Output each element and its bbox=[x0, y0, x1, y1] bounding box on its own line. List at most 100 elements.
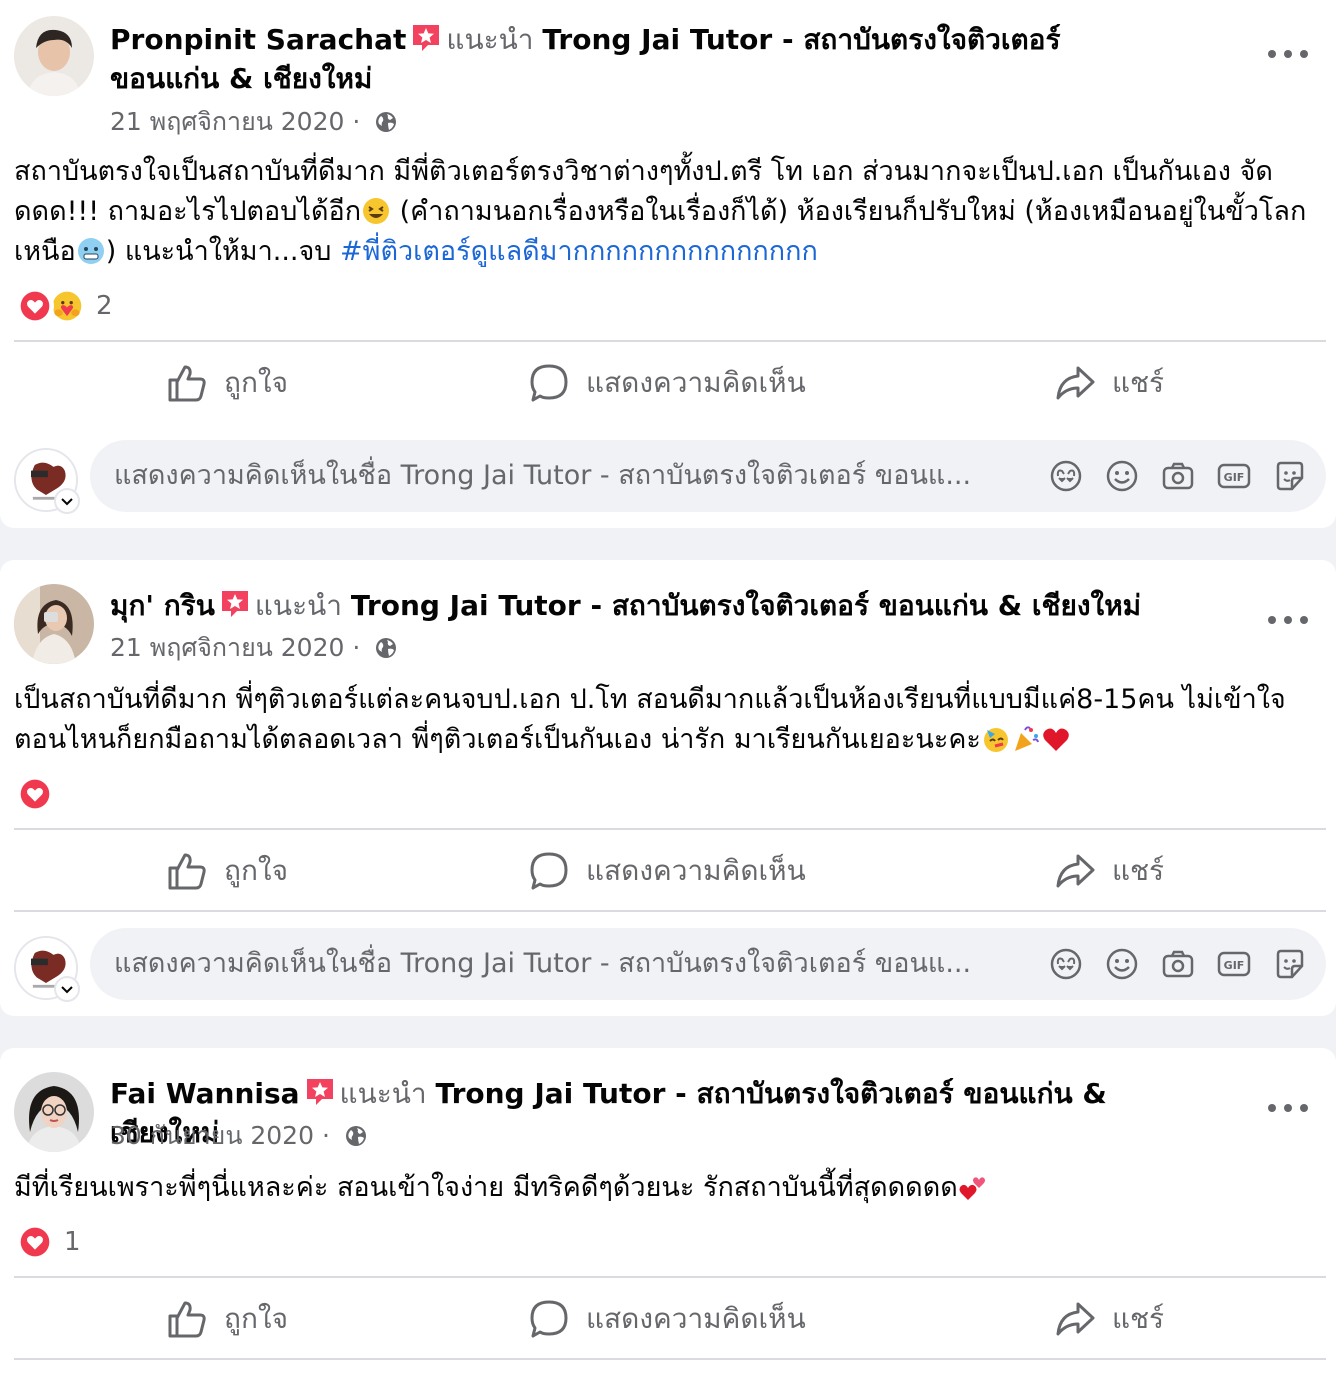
share-arrow-icon bbox=[1056, 854, 1095, 888]
reaction-count: 2 bbox=[96, 291, 113, 321]
recommends-label: แนะนำ bbox=[339, 1077, 427, 1110]
comment-tools: GIF bbox=[1028, 458, 1308, 494]
comment-button[interactable]: แสดงความคิดเห็น bbox=[528, 348, 806, 418]
thumbs-up-icon bbox=[168, 853, 206, 890]
sticker-icon[interactable] bbox=[1272, 458, 1308, 494]
post-text: เป็นสถาบันที่ดีมาก พี่ๆติวเตอร์แต่ละคนจบ… bbox=[14, 680, 1316, 760]
share-button[interactable]: แชร์ bbox=[1054, 348, 1164, 418]
chevron-down-icon[interactable] bbox=[54, 976, 80, 1002]
avatar-sticker-icon[interactable] bbox=[1048, 458, 1084, 494]
svg-text:GIF: GIF bbox=[1224, 471, 1245, 484]
more-options-icon[interactable] bbox=[1268, 1098, 1308, 1118]
comment-composer: แสดงความคิดเห็นในชื่อ Trong Jai Tutor - … bbox=[0, 928, 1336, 1004]
post-date[interactable]: 21 พฤศจิกายน 2020 bbox=[110, 107, 344, 136]
reaction-summary[interactable]: 2 bbox=[16, 286, 113, 326]
like-label: ถูกใจ bbox=[224, 366, 288, 399]
comment-label: แสดงความคิดเห็น bbox=[586, 1302, 806, 1335]
comment-button[interactable]: แสดงความคิดเห็น bbox=[528, 836, 806, 906]
hashtag-link[interactable]: #พี่ติวเตอร์ดูแลดีมากกกกกกกกกกกกกกก bbox=[340, 236, 818, 267]
post-date[interactable]: 30 กันยายน 2020 bbox=[110, 1121, 314, 1150]
chevron-down-icon[interactable] bbox=[54, 488, 80, 514]
post-text-part: มีที่เรียนเพราะพี่ๆนี่แหละค่ะ สอนเข้าใจง… bbox=[14, 1172, 958, 1203]
speech-bubble-icon bbox=[530, 852, 568, 890]
gif-icon[interactable]: GIF bbox=[1216, 458, 1252, 494]
comment-input[interactable]: แสดงความคิดเห็นในชื่อ Trong Jai Tutor - … bbox=[90, 928, 1326, 1000]
share-label: แชร์ bbox=[1112, 854, 1165, 887]
love-reaction-icon bbox=[16, 287, 54, 325]
post-text: สถาบันตรงใจเป็นสถาบันที่ดีมาก มีพี่ติวเต… bbox=[14, 152, 1316, 272]
post-text: มีที่เรียนเพราะพี่ๆนี่แหละค่ะ สอนเข้าใจง… bbox=[14, 1168, 1316, 1208]
comment-label: แสดงความคิดเห็น bbox=[586, 366, 806, 399]
post-card: มุก' กริน แนะนำ Trong Jai Tutor - สถาบันต… bbox=[0, 560, 1336, 1016]
share-label: แชร์ bbox=[1112, 366, 1165, 399]
share-button[interactable]: แชร์ bbox=[1054, 1284, 1164, 1354]
comment-label: แสดงความคิดเห็น bbox=[586, 854, 806, 887]
speech-bubble-icon bbox=[530, 364, 568, 402]
recommends-label: แนะนำ bbox=[446, 23, 534, 56]
action-bar: ถูกใจ แสดงความคิดเห็น แชร์ bbox=[0, 1284, 1336, 1354]
author-name[interactable]: Fai Wannisa bbox=[110, 1077, 300, 1110]
recommend-star-icon bbox=[304, 1076, 336, 1108]
party-face-emoji-icon bbox=[981, 724, 1011, 754]
divider bbox=[14, 1276, 1326, 1278]
comment-composer: แสดงความคิดเห็นในชื่อ Trong Jai Tutor - … bbox=[0, 440, 1336, 516]
post-date[interactable]: 21 พฤศจิกายน 2020 bbox=[110, 633, 344, 662]
post-meta: 21 พฤศจิกายน 2020 · bbox=[110, 102, 398, 142]
post-meta: 30 กันยายน 2020 · bbox=[110, 1116, 368, 1156]
author-avatar[interactable] bbox=[14, 1072, 94, 1152]
post-header: มุก' กริน แนะนำ Trong Jai Tutor - สถาบันต… bbox=[110, 586, 1176, 625]
thumbs-up-icon bbox=[168, 1301, 206, 1338]
divider bbox=[14, 910, 1326, 912]
recommend-star-icon bbox=[410, 22, 442, 54]
meta-separator: · bbox=[321, 1121, 330, 1150]
comment-placeholder: แสดงความคิดเห็นในชื่อ Trong Jai Tutor - … bbox=[114, 948, 972, 979]
love-reaction-icon bbox=[16, 775, 54, 813]
comment-tools: GIF bbox=[1028, 946, 1308, 982]
love-reaction-icon bbox=[16, 1223, 54, 1261]
meta-separator: · bbox=[352, 633, 361, 662]
post-text-part: ) แนะนำให้มา...จบ bbox=[105, 236, 341, 267]
recommends-label: แนะนำ bbox=[254, 589, 342, 622]
author-name[interactable]: มุก' กริน bbox=[110, 589, 215, 622]
like-button[interactable]: ถูกใจ bbox=[166, 1284, 288, 1354]
comment-placeholder: แสดงความคิดเห็นในชื่อ Trong Jai Tutor - … bbox=[114, 460, 972, 491]
share-button[interactable]: แชร์ bbox=[1054, 836, 1164, 906]
share-arrow-icon bbox=[1056, 1302, 1095, 1336]
gif-icon[interactable]: GIF bbox=[1216, 946, 1252, 982]
feed: Pronpinit Sarachat แนะนำ Trong Jai Tutor … bbox=[0, 0, 1336, 1378]
camera-icon[interactable] bbox=[1160, 946, 1196, 982]
like-button[interactable]: ถูกใจ bbox=[166, 836, 288, 906]
globe-icon bbox=[374, 110, 398, 134]
comment-input[interactable]: แสดงความคิดเห็นในชื่อ Trong Jai Tutor - … bbox=[90, 440, 1326, 512]
author-name[interactable]: Pronpinit Sarachat bbox=[110, 23, 406, 56]
page-name[interactable]: Trong Jai Tutor - สถาบันตรงใจติวเตอร์ ขอ… bbox=[351, 589, 1141, 622]
author-avatar[interactable] bbox=[14, 584, 94, 664]
reaction-summary[interactable]: 1 bbox=[16, 1222, 81, 1262]
divider bbox=[14, 1358, 1326, 1360]
avatar-sticker-icon[interactable] bbox=[1048, 946, 1084, 982]
camera-icon[interactable] bbox=[1160, 458, 1196, 494]
recommend-star-icon bbox=[219, 588, 251, 620]
like-label: ถูกใจ bbox=[224, 854, 288, 887]
more-options-icon[interactable] bbox=[1268, 610, 1308, 630]
laughing-emoji-icon bbox=[361, 196, 391, 226]
emoji-icon[interactable] bbox=[1104, 458, 1140, 494]
post-meta: 21 พฤศจิกายน 2020 · bbox=[110, 628, 398, 668]
comment-button[interactable]: แสดงความคิดเห็น bbox=[528, 1284, 806, 1354]
emoji-icon[interactable] bbox=[1104, 946, 1140, 982]
action-bar: ถูกใจ แสดงความคิดเห็น แชร์ bbox=[0, 348, 1336, 418]
sticker-icon[interactable] bbox=[1272, 946, 1308, 982]
post-header: Pronpinit Sarachat แนะนำ Trong Jai Tutor … bbox=[110, 20, 1176, 98]
svg-text:GIF: GIF bbox=[1224, 959, 1245, 972]
meta-separator: · bbox=[352, 107, 361, 136]
author-avatar[interactable] bbox=[14, 16, 94, 96]
reaction-count: 1 bbox=[64, 1227, 81, 1257]
divider bbox=[14, 828, 1326, 830]
more-options-icon[interactable] bbox=[1268, 44, 1308, 64]
like-button[interactable]: ถูกใจ bbox=[166, 348, 288, 418]
divider bbox=[14, 340, 1326, 342]
reaction-summary[interactable] bbox=[16, 774, 64, 814]
cold-face-emoji-icon bbox=[76, 236, 106, 266]
thumbs-up-icon bbox=[168, 365, 206, 402]
globe-icon bbox=[344, 1124, 368, 1148]
